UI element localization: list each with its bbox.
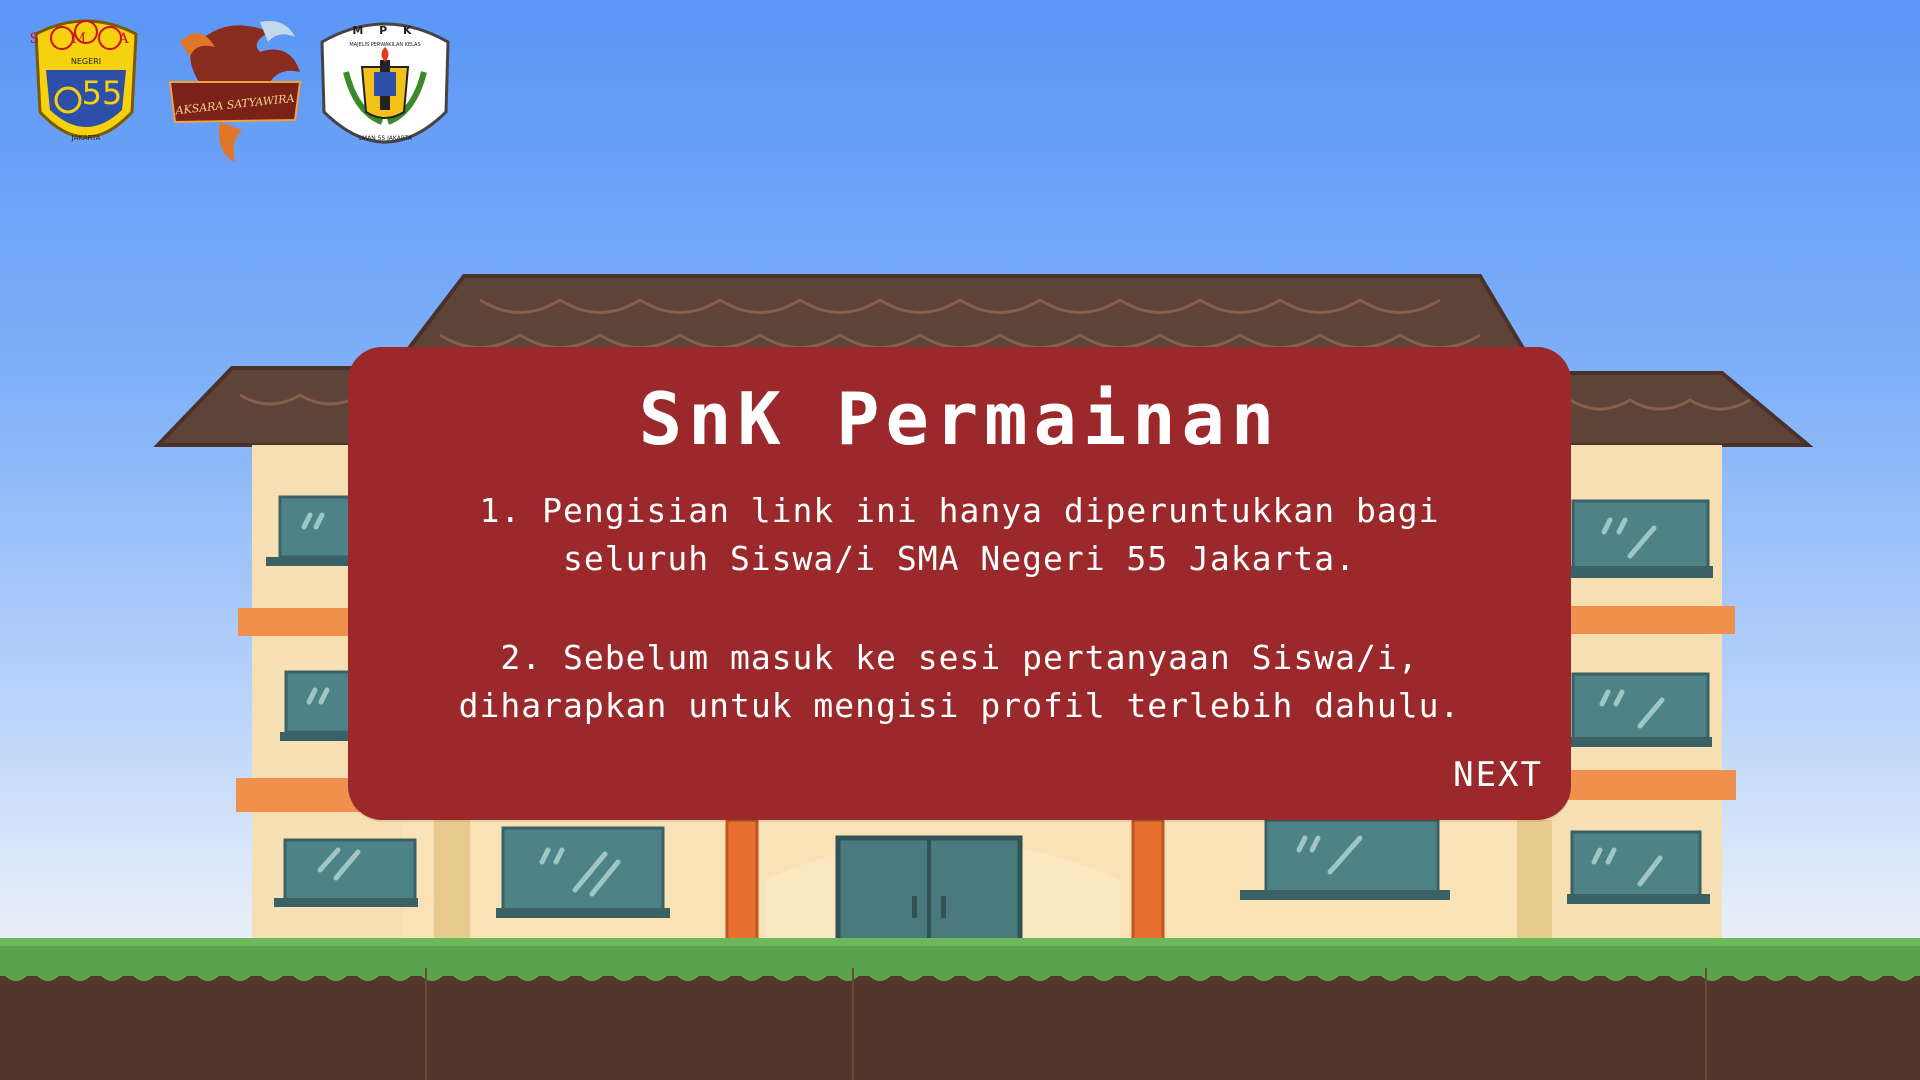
- svg-text:JAKARTA: JAKARTA: [71, 134, 101, 142]
- svg-text:NEGERI: NEGERI: [71, 57, 101, 66]
- rule-1-line-2: seluruh Siswa/i SMA Negeri 55 Jakarta.: [563, 539, 1356, 578]
- dialog-title: SnK Permainan: [638, 377, 1281, 461]
- svg-text:SMAN 55 JAKARTA: SMAN 55 JAKARTA: [358, 135, 413, 142]
- svg-text:55: 55: [82, 74, 123, 112]
- terms-dialog: SnK Permainan 1. Pengisian link ini hany…: [348, 347, 1571, 820]
- rule-1-line-1: 1. Pengisian link ini hanya diperuntukka…: [479, 491, 1440, 530]
- svg-text:S M A: S M A: [30, 31, 143, 47]
- rule-2-line-1: 2. Sebelum masuk ke sesi pertanyaan Sisw…: [500, 638, 1419, 677]
- rule-2-line-2: diharapkan untuk mengisi profil terlebih…: [458, 686, 1461, 725]
- svg-text:M P K: M P K: [352, 24, 417, 37]
- window: [501, 826, 665, 915]
- rule-2: 2. Sebelum masuk ke sesi pertanyaan Sisw…: [428, 634, 1491, 730]
- next-button[interactable]: NEXT: [1453, 755, 1543, 795]
- rule-1: 1. Pengisian link ini hanya diperuntukka…: [428, 487, 1491, 583]
- window: [1264, 818, 1440, 895]
- left-roof: [153, 366, 382, 447]
- window: [1571, 499, 1710, 578]
- window: [283, 838, 417, 904]
- mpk-logo: M P K MAJELIS PERWAKILAN KELAS SMAN 55 J…: [320, 22, 450, 144]
- window: [1570, 830, 1702, 899]
- soil: [0, 968, 1920, 1080]
- aksara-satyawira-logo: AKSARA SATYAWIRA: [168, 21, 302, 162]
- window: [1571, 672, 1710, 746]
- sma-negeri-55-logo: S M A NEGERI 55 JAKARTA: [30, 19, 143, 142]
